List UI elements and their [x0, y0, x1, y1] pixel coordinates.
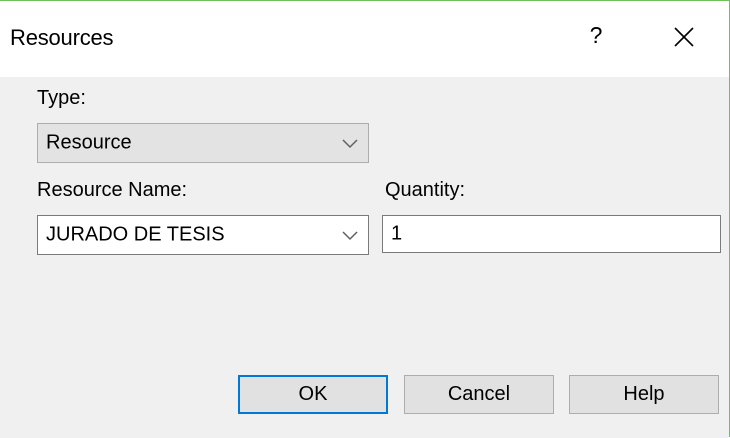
help-button[interactable]: Help [569, 375, 719, 414]
title-bar[interactable]: Resources ? [0, 1, 729, 77]
quantity-label: Quantity: [385, 179, 466, 201]
type-dropdown-value: Resource [46, 131, 132, 154]
chevron-down-icon [342, 231, 358, 241]
resource-name-label: Resource Name: [37, 179, 188, 201]
cancel-button[interactable]: Cancel [404, 375, 554, 414]
dialog-title: Resources [10, 25, 114, 50]
type-dropdown[interactable]: Resource [37, 123, 369, 163]
close-button[interactable] [672, 25, 696, 49]
resources-dialog: Resources ? Type: Resource Resource Name… [0, 0, 730, 438]
help-caption-button[interactable]: ? [584, 22, 608, 50]
resource-name-dropdown[interactable]: JURADO DE TESIS [37, 215, 369, 255]
close-icon [674, 27, 694, 47]
chevron-down-icon [342, 139, 358, 149]
resource-name-value: JURADO DE TESIS [46, 223, 225, 246]
quantity-input[interactable]: 1 [382, 215, 721, 253]
quantity-value: 1 [391, 222, 403, 245]
type-label: Type: [37, 87, 86, 109]
ok-button[interactable]: OK [238, 375, 388, 414]
dialog-client-area: Type: Resource Resource Name: Quantity: … [0, 77, 729, 438]
